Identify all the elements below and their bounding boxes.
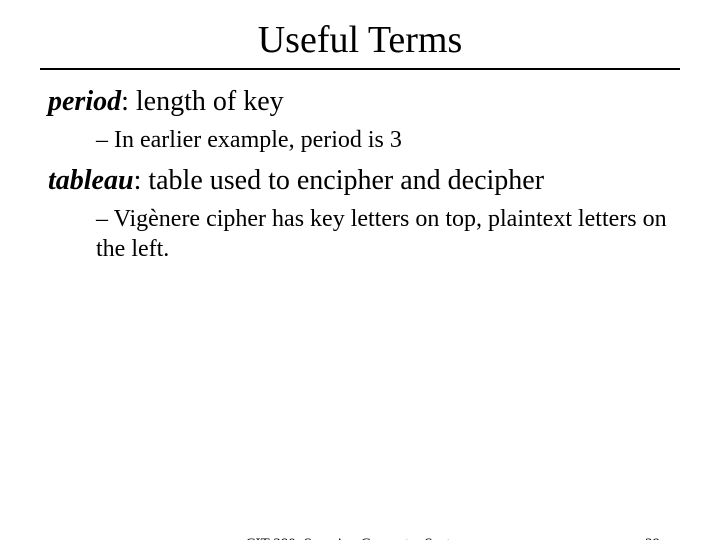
term-def-period: : length of key: [121, 86, 284, 117]
slide-title: Useful Terms: [0, 18, 720, 62]
term-def-tableau: : table used to encipher and decipher: [134, 165, 545, 196]
footer-course: CIT 380: Securing Computer Systems: [246, 536, 475, 540]
dash-icon: –: [96, 206, 114, 232]
footer-page-number: 29: [645, 536, 660, 540]
sub-text-period: In earlier example, period is 3: [114, 127, 402, 153]
term-line-tableau: tableau: table used to encipher and deci…: [48, 163, 672, 198]
sub-line-period: – In earlier example, period is 3: [96, 125, 672, 155]
sub-line-tableau: – Vigènere cipher has key letters on top…: [96, 204, 672, 264]
title-rule: [40, 68, 680, 70]
slide: Useful Terms period: length of key – In …: [0, 18, 720, 540]
sub-text-tableau: Vigènere cipher has key letters on top, …: [96, 206, 667, 262]
dash-icon: –: [96, 127, 114, 153]
term-word-tableau: tableau: [48, 165, 134, 196]
term-word-period: period: [48, 86, 121, 117]
term-line-period: period: length of key: [48, 84, 672, 119]
